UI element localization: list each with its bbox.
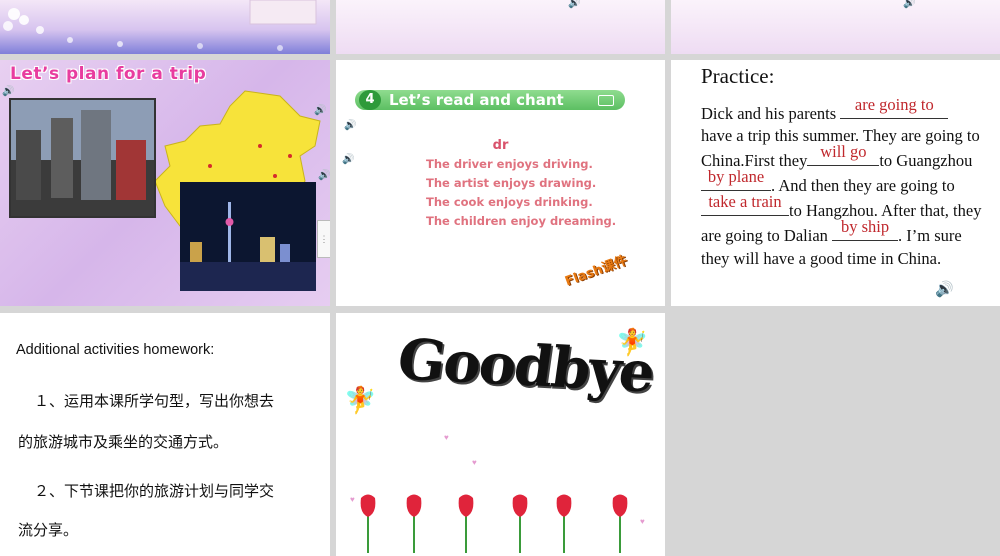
answer-blank: by ship bbox=[832, 217, 899, 242]
speaker-icon[interactable]: 🔊 bbox=[318, 170, 330, 181]
speaker-icon[interactable]: 🔊 bbox=[342, 154, 354, 165]
fairy-icon: 🧚 bbox=[616, 327, 649, 357]
speaker-icon[interactable]: 🔊 bbox=[314, 105, 326, 116]
answer-text: take a train bbox=[708, 192, 782, 212]
chant-line: The children enjoy dreaming. bbox=[426, 214, 617, 228]
answer-text: are going to bbox=[854, 94, 934, 114]
slide-plan-trip[interactable]: Let’s plan for a trip 🔊 🔊 🔊 ⋮ bbox=[0, 60, 330, 306]
speaker-icon[interactable]: 🔊 bbox=[2, 86, 14, 97]
answer-text: by plane bbox=[707, 167, 765, 187]
chant-line: The cook enjoys drinking. bbox=[426, 195, 593, 209]
practice-paragraph: Dick and his parents are going to have a… bbox=[701, 95, 991, 270]
speaker-icon[interactable]: 🔊 bbox=[568, 0, 580, 9]
homework-line: ２、下节课把你的旅游计划与同学交 bbox=[34, 482, 275, 500]
heart-icon: ♥ bbox=[350, 495, 355, 504]
heart-icon: ♥ bbox=[444, 433, 449, 442]
practice-text: to Guangzhou bbox=[879, 151, 973, 171]
lesson-number: 4 bbox=[359, 90, 381, 110]
nav-button[interactable]: ⋮ bbox=[317, 220, 330, 258]
tulip-icon bbox=[556, 494, 572, 553]
tulip-icon bbox=[360, 494, 376, 553]
answer-blank: are going to bbox=[840, 95, 949, 119]
answer-text: will go bbox=[820, 142, 867, 162]
heart-icon: ♥ bbox=[472, 458, 477, 467]
speaker-icon[interactable]: 🔊 bbox=[344, 120, 356, 131]
heart-icon: ♥ bbox=[640, 517, 645, 526]
slide-title: Let’s plan for a trip bbox=[10, 64, 207, 84]
answer-blank: take a train bbox=[701, 192, 789, 217]
answer-blank: by plane bbox=[701, 167, 771, 192]
slide-practice[interactable]: Practice: Dick and his parents are going… bbox=[671, 60, 1000, 306]
book-icon bbox=[598, 95, 614, 106]
tulip-icon bbox=[512, 494, 528, 553]
slide-homework[interactable]: Additional activities homework: １、运用本课所学… bbox=[0, 313, 330, 556]
slide-thumbnail-top-3[interactable]: 🔊 bbox=[671, 0, 1000, 54]
homework-line: １、运用本课所学句型，写出你想去 bbox=[34, 392, 275, 410]
answer-blank: will go bbox=[807, 142, 880, 167]
flower-decoration bbox=[3, 0, 317, 51]
slide-read-and-chant[interactable]: 4 Let’s read and chant 🔊 🔊 dr The driver… bbox=[336, 60, 665, 306]
tulip-icon bbox=[406, 494, 422, 553]
night-city-photo bbox=[180, 182, 316, 291]
answer-text: by ship bbox=[840, 217, 890, 237]
slide-goodbye[interactable]: Goodbye 🧚 🧚 ♥ ♥ ♥ ♥ bbox=[336, 313, 665, 556]
practice-text: . And then they are going to bbox=[771, 176, 955, 196]
homework-title: Additional activities homework: bbox=[16, 342, 215, 358]
homework-line: 的旅游城市及乘坐的交通方式。 bbox=[18, 433, 229, 451]
tulip-icon bbox=[612, 494, 628, 553]
city-photo bbox=[9, 98, 156, 218]
speaker-icon[interactable]: 🔊 bbox=[935, 280, 954, 299]
slide-thumbnail-top-1[interactable] bbox=[0, 0, 330, 54]
slide-thumbnail-top-2[interactable]: 🔊 bbox=[336, 0, 665, 54]
practice-title: Practice: bbox=[701, 64, 775, 88]
phonics-sound: dr bbox=[492, 138, 509, 153]
practice-text: Dick and his parents bbox=[701, 104, 841, 123]
chant-title: Let’s read and chant bbox=[389, 91, 564, 109]
homework-line: 流分享。 bbox=[18, 521, 79, 539]
chant-line: The driver enjoys driving. bbox=[426, 157, 593, 171]
flash-logo: Flash课件 bbox=[563, 253, 630, 290]
chant-line: The artist enjoys drawing. bbox=[426, 176, 597, 190]
fairy-icon: 🧚 bbox=[344, 385, 377, 415]
speaker-icon[interactable]: 🔊 bbox=[903, 0, 915, 9]
tulip-icon bbox=[458, 494, 474, 553]
